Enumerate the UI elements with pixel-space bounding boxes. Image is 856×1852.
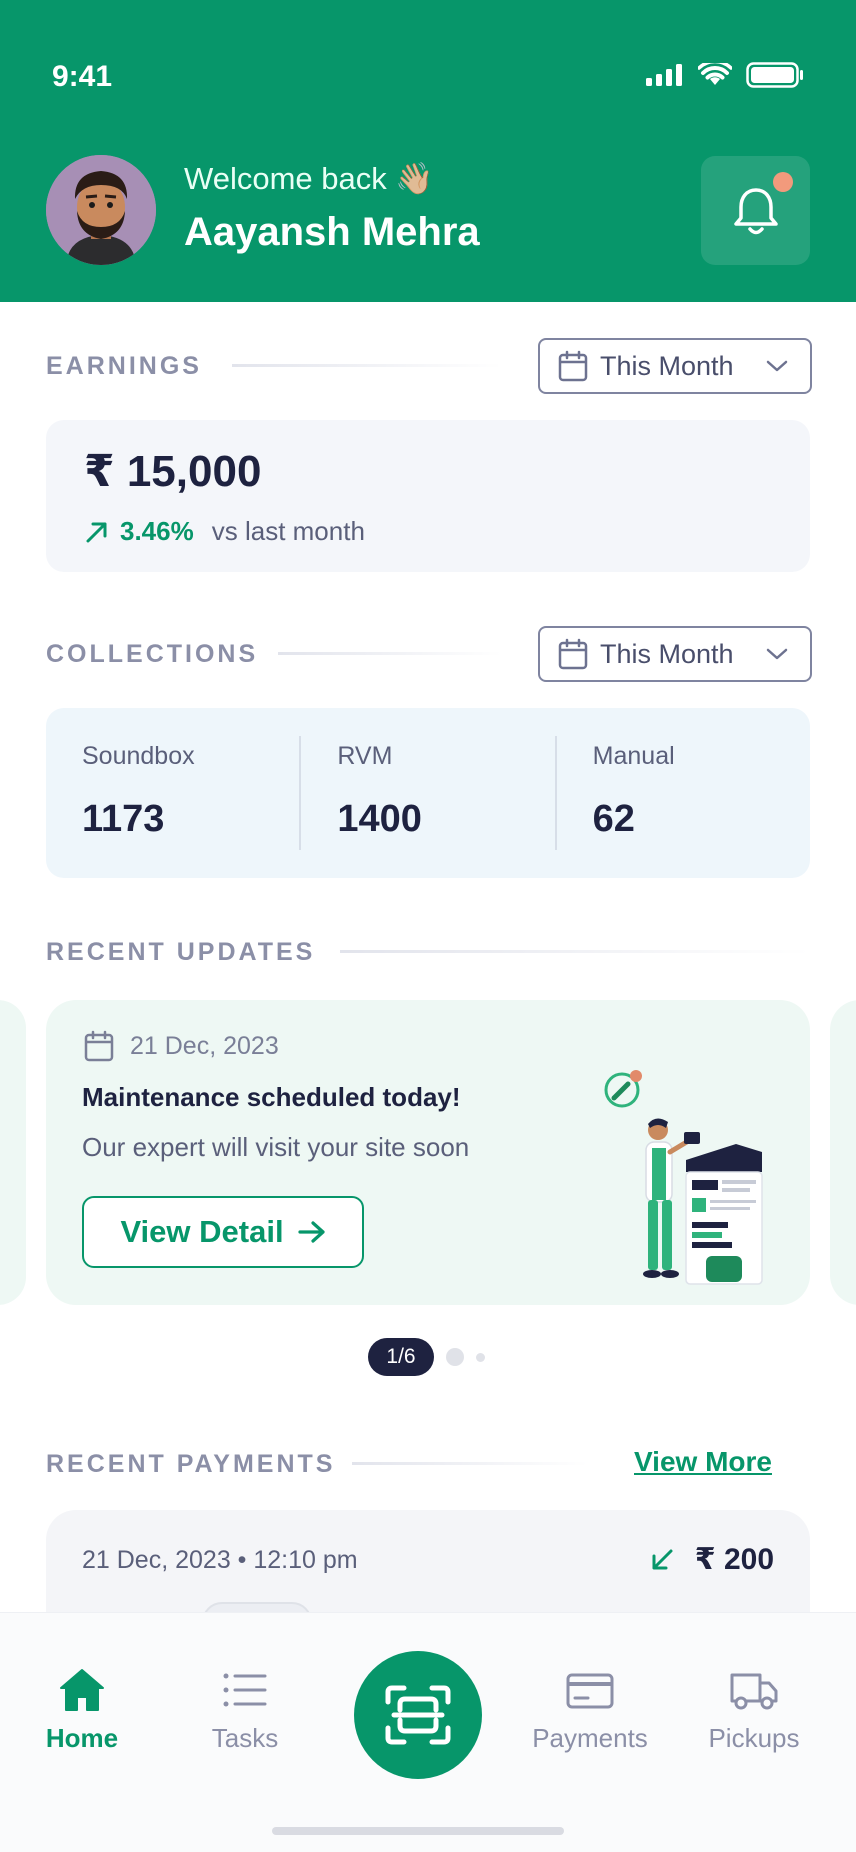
collection-label: RVM: [337, 742, 393, 770]
bell-icon: [733, 187, 778, 234]
earnings-filter-label: This Month: [600, 350, 734, 381]
nav-label: Payments: [532, 1723, 648, 1753]
payments-title: RECENT PAYMENTS: [46, 1450, 336, 1478]
collection-rvm: RVM 1400: [299, 736, 554, 850]
battery-icon: [746, 62, 803, 88]
update-date-text: 21 Dec, 2023: [130, 1031, 279, 1060]
collection-value: 62: [592, 798, 635, 840]
update-card-next[interactable]: [830, 1000, 856, 1305]
nav-tasks[interactable]: Tasks: [175, 1667, 315, 1754]
collection-value: 1173: [82, 798, 165, 840]
scan-icon: [385, 1685, 451, 1745]
pager-indicator: 1/6: [368, 1338, 434, 1376]
divider: [352, 1462, 588, 1465]
collection-soundbox: Soundbox 1173: [46, 708, 299, 878]
earnings-title: EARNINGS: [46, 352, 202, 380]
wifi-icon: [698, 63, 732, 85]
arrow-up-right-icon: [86, 522, 107, 542]
earnings-amount: ₹ 15,000: [84, 447, 262, 496]
status-bar: 9:41: [0, 0, 856, 150]
collection-label: Soundbox: [82, 742, 195, 770]
status-icons: [646, 62, 804, 88]
notifications-button[interactable]: [701, 156, 810, 265]
card-icon: [566, 1673, 614, 1709]
update-date: 21 Dec, 2023: [84, 1030, 279, 1062]
signal-icon: [646, 64, 682, 86]
chevron-down-icon: [766, 648, 788, 660]
payment-datetime: 21 Dec, 2023 • 12:10 pm: [82, 1546, 358, 1574]
home-icon: [60, 1669, 104, 1711]
view-more-link[interactable]: View More: [634, 1446, 772, 1478]
nav-label: Home: [45, 1723, 119, 1753]
earnings-month-filter[interactable]: This Month: [538, 338, 812, 394]
arrow-down-left-icon: [652, 1549, 673, 1569]
calendar-icon: [558, 350, 588, 382]
chevron-down-icon: [766, 360, 788, 372]
nav-payments[interactable]: Payments: [520, 1667, 660, 1754]
earnings-change-text: vs last month: [211, 516, 365, 546]
view-detail-label: View Detail: [120, 1214, 284, 1249]
collection-manual: Manual 62: [554, 736, 810, 850]
divider: [340, 950, 810, 953]
maintenance-illustration: [604, 1070, 763, 1285]
collections-title: COLLECTIONS: [46, 640, 259, 668]
collections-card: Soundbox 1173 RVM 1400 Manual 62: [46, 708, 810, 878]
calendar-icon: [84, 1030, 114, 1062]
earnings-change: 3.46% vs last month: [84, 516, 365, 547]
notification-dot: [773, 172, 793, 192]
welcome-text: Welcome back 👋🏼: [184, 161, 434, 196]
update-card-prev[interactable]: [0, 1000, 26, 1305]
scan-button[interactable]: [354, 1651, 482, 1779]
divider: [278, 652, 502, 655]
collections-filter-label: This Month: [600, 638, 734, 669]
pager-dot[interactable]: [476, 1352, 485, 1362]
status-time: 9:41: [52, 60, 113, 93]
earnings-change-pct: 3.46%: [120, 516, 194, 546]
nav-pickups[interactable]: Pickups: [684, 1667, 824, 1754]
earnings-card: ₹ 15,000 3.46% vs last month: [46, 420, 810, 572]
nav-label: Pickups: [708, 1723, 800, 1753]
calendar-icon: [558, 638, 588, 670]
carousel-pager: 1/6: [368, 1338, 485, 1376]
avatar-face-icon: [46, 155, 156, 265]
avatar[interactable]: [46, 155, 156, 265]
payment-amount: ₹ 200: [694, 1543, 774, 1576]
home-indicator: [272, 1827, 564, 1835]
divider: [232, 364, 502, 367]
pager-dot[interactable]: [446, 1348, 464, 1366]
update-headline: Maintenance scheduled today!: [82, 1082, 461, 1112]
payment-amount-row: ₹ 200: [649, 1542, 774, 1577]
bottom-nav: Home Tasks Payments Pickups: [0, 1612, 856, 1852]
collection-label: Manual: [592, 742, 675, 770]
truck-icon: [730, 1673, 778, 1710]
nav-home[interactable]: Home: [12, 1667, 152, 1754]
update-description: Our expert will visit your site soon: [82, 1132, 470, 1162]
collection-value: 1400: [337, 798, 422, 840]
updates-title: RECENT UPDATES: [46, 938, 316, 966]
collections-month-filter[interactable]: This Month: [538, 626, 812, 682]
list-icon: [223, 1673, 267, 1707]
user-name: Aayansh Mehra: [184, 210, 480, 254]
app-header: 9:41 Welcome back 👋🏼 Aayansh Mehra: [0, 0, 856, 302]
update-card[interactable]: 21 Dec, 2023 Maintenance scheduled today…: [46, 1000, 810, 1305]
arrow-right-icon: [297, 1221, 325, 1243]
view-detail-button[interactable]: View Detail: [82, 1196, 364, 1268]
nav-label: Tasks: [211, 1723, 279, 1753]
